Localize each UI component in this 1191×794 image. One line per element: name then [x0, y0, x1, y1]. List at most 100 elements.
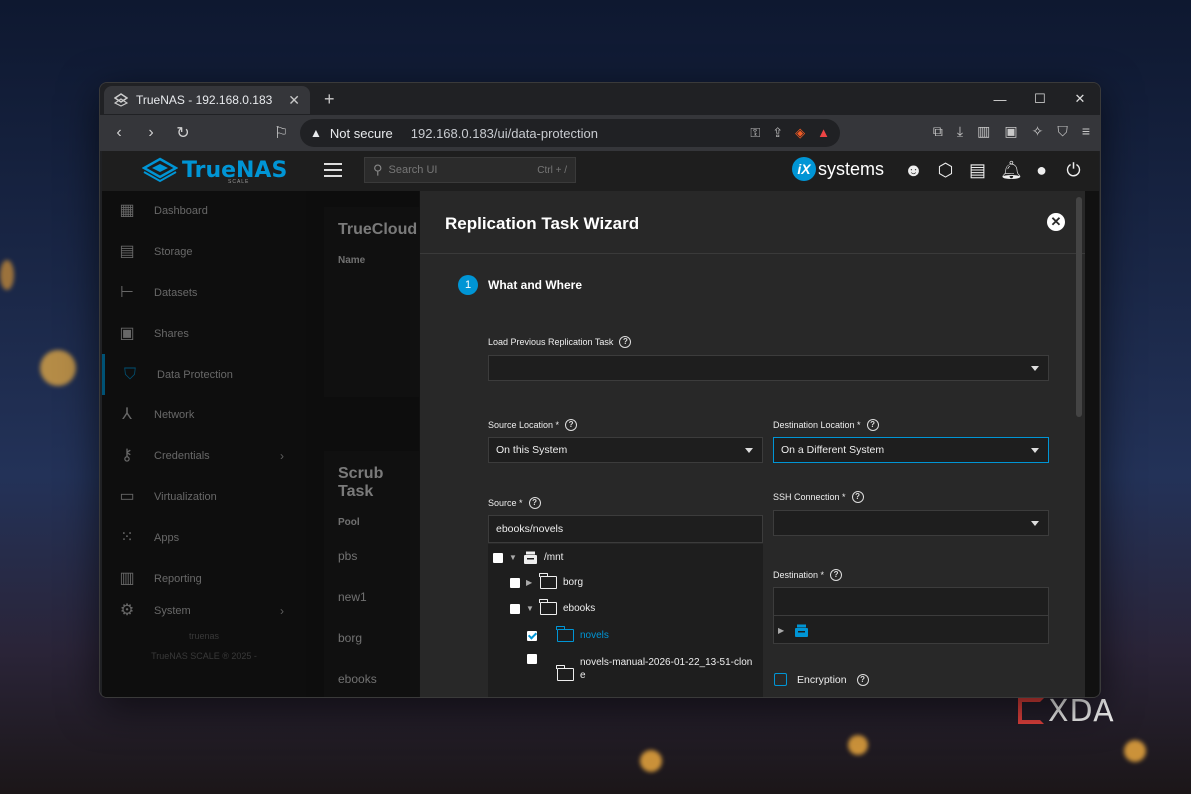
vpn-icon[interactable]: ⛉: [1057, 123, 1068, 140]
wizard-step[interactable]: 1 What and Where: [458, 275, 582, 295]
search-ui-input[interactable]: ⚲ Search UI Ctrl + /: [364, 157, 576, 183]
sidebar-item-system[interactable]: ⚙ System ›: [102, 599, 306, 623]
sidebar-item-apps[interactable]: ⁙ Apps: [102, 517, 306, 558]
sidebar-item-dashboard[interactable]: ▦ Dashboard: [102, 191, 306, 232]
tree-node-novels[interactable]: novels: [527, 626, 609, 642]
back-icon[interactable]: ‹: [110, 124, 128, 142]
truecommand-icon[interactable]: ⬡: [936, 160, 955, 180]
sidebar-item-network[interactable]: ⅄ Network: [102, 395, 306, 436]
sidebar-item-virtualization[interactable]: ▭ Virtualization: [102, 477, 306, 518]
help-icon[interactable]: ?: [565, 419, 578, 431]
maximize-icon[interactable]: ☐: [1020, 83, 1060, 115]
table-row[interactable]: pbs: [324, 536, 419, 577]
table-row[interactable]: borg: [324, 618, 419, 659]
folder-icon: [556, 626, 574, 642]
card-title: Scrub Task: [338, 465, 384, 500]
table-row[interactable]: ebooks: [324, 659, 419, 697]
chart-icon: ▥: [119, 569, 135, 587]
share-icon[interactable]: ⇪: [772, 125, 783, 141]
sidebar-item-data-protection[interactable]: ⛉ Data Protection: [102, 354, 306, 395]
security-label: Not secure: [329, 125, 393, 141]
caret-down-icon[interactable]: ▼: [526, 604, 534, 613]
search-icon: ⚲: [373, 162, 383, 177]
sidebar-icon[interactable]: ▥: [977, 123, 990, 140]
checkbox[interactable]: [510, 577, 520, 588]
sidebar-item-datasets[interactable]: ⊢ Datasets: [102, 273, 306, 314]
leo-ai-icon[interactable]: ✧: [1032, 123, 1044, 140]
checkbox[interactable]: [527, 654, 537, 664]
destination-input[interactable]: ▶: [773, 587, 1049, 644]
hamburger-menu-icon[interactable]: [324, 163, 342, 177]
drive-icon[interactable]: [794, 623, 809, 638]
minimize-icon[interactable]: —: [980, 83, 1020, 115]
source-location-label: Source Location *?: [488, 419, 578, 431]
encryption-checkbox[interactable]: Encryption ?: [774, 673, 869, 686]
sidebar: ▦ Dashboard ▤ Storage ⊢ Datasets ▣ Shares ⛉ D…: [102, 191, 306, 697]
source-location-select[interactable]: On this System: [488, 437, 763, 463]
caret-right-icon[interactable]: ▶: [526, 578, 534, 587]
help-icon[interactable]: ?: [619, 336, 632, 348]
load-previous-select[interactable]: [488, 355, 1049, 381]
source-input[interactable]: ebooks/novels: [488, 515, 763, 543]
cloud-sync-card: TrueCloud Name: [324, 207, 419, 397]
caret-down-icon[interactable]: ▼: [509, 553, 517, 562]
window-close-icon[interactable]: ✕: [1060, 83, 1100, 115]
help-icon[interactable]: ?: [856, 673, 869, 686]
folder-icon: [556, 665, 574, 681]
tree-node-borg[interactable]: ▶ borg: [510, 573, 583, 589]
truenas-logo[interactable]: TrueNAS SCALE: [142, 157, 287, 185]
destination-location-select[interactable]: On a Different System: [773, 437, 1049, 463]
screenshot-icon[interactable]: ⧉: [933, 123, 943, 140]
brave-rewards-icon[interactable]: ▲: [817, 125, 830, 141]
sidebar-item-shares[interactable]: ▣ Shares: [102, 313, 306, 354]
tab-close-icon[interactable]: ✕: [288, 92, 300, 109]
load-previous-label: Load Previous Replication Task?: [488, 336, 632, 348]
chevron-down-icon: [745, 448, 753, 453]
menu-icon[interactable]: ≡: [1082, 123, 1090, 140]
checkbox[interactable]: [510, 603, 520, 614]
wallet-icon[interactable]: ▣: [1004, 123, 1017, 140]
close-icon[interactable]: ✕: [1047, 213, 1065, 231]
jobs-clipboard-icon[interactable]: ▤: [968, 160, 987, 180]
tree-node-ebooks[interactable]: ▼ ebooks: [510, 599, 595, 615]
ixsystems-logo[interactable]: iX systems: [792, 157, 884, 181]
feedback-icon[interactable]: ☻: [904, 160, 923, 180]
nav-bar: ‹ › ↻ ⚐ ▲ Not secure 192.168.0.183/ui/da…: [100, 115, 1100, 151]
checkbox-checked[interactable]: [527, 630, 537, 641]
new-tab-icon[interactable]: +: [324, 89, 335, 110]
bookmark-icon[interactable]: ⚐: [272, 123, 290, 143]
checkbox[interactable]: [774, 673, 787, 686]
monitor-icon: ▭: [119, 487, 135, 505]
bell-icon[interactable]: 🔔︎: [1000, 160, 1023, 180]
account-icon[interactable]: ●: [1032, 160, 1051, 180]
sidebar-item-reporting[interactable]: ▥ Reporting: [102, 558, 306, 599]
tree-node-novels-clone[interactable]: novels-manual-2026-01-22_13-51-clon e: [527, 654, 752, 682]
download-icon[interactable]: ⤓: [957, 123, 963, 140]
power-icon[interactable]: ⏻: [1064, 160, 1083, 180]
chevron-down-icon: [1031, 366, 1039, 371]
reload-icon[interactable]: ↻: [174, 123, 192, 143]
ssh-connection-select[interactable]: [773, 510, 1049, 536]
checkbox[interactable]: [493, 552, 503, 563]
sidebar-item-storage[interactable]: ▤ Storage: [102, 232, 306, 273]
key-icon[interactable]: ⚿: [750, 125, 760, 141]
dialog-scrollbar[interactable]: [1076, 197, 1082, 417]
datasets-icon: ⊢: [120, 283, 134, 301]
help-icon[interactable]: ?: [866, 419, 879, 431]
help-icon[interactable]: ?: [830, 569, 843, 581]
forward-icon[interactable]: ›: [142, 124, 160, 142]
address-bar[interactable]: ▲ Not secure 192.168.0.183/ui/data-prote…: [300, 119, 840, 147]
table-row[interactable]: new1: [324, 577, 419, 618]
logo-subtitle: SCALE: [228, 179, 250, 185]
brave-shield-icon[interactable]: ◈: [795, 125, 805, 141]
dialog-title: Replication Task Wizard: [445, 214, 640, 233]
tab-bar: TrueNAS - 192.168.0.183 ✕ + — ☐ ✕: [100, 83, 1100, 115]
sidebar-item-credentials[interactable]: ⚷ Credentials ›: [102, 436, 306, 477]
tab-title: TrueNAS - 192.168.0.183: [136, 93, 273, 107]
apps-icon: ⁙: [120, 528, 134, 546]
browser-tab[interactable]: TrueNAS - 192.168.0.183 ✕: [104, 86, 310, 114]
help-icon[interactable]: ?: [528, 497, 541, 509]
caret-right-icon[interactable]: ▶: [778, 626, 786, 635]
help-icon[interactable]: ?: [851, 491, 864, 503]
tree-node-mnt[interactable]: ▼ /mnt: [493, 550, 563, 565]
